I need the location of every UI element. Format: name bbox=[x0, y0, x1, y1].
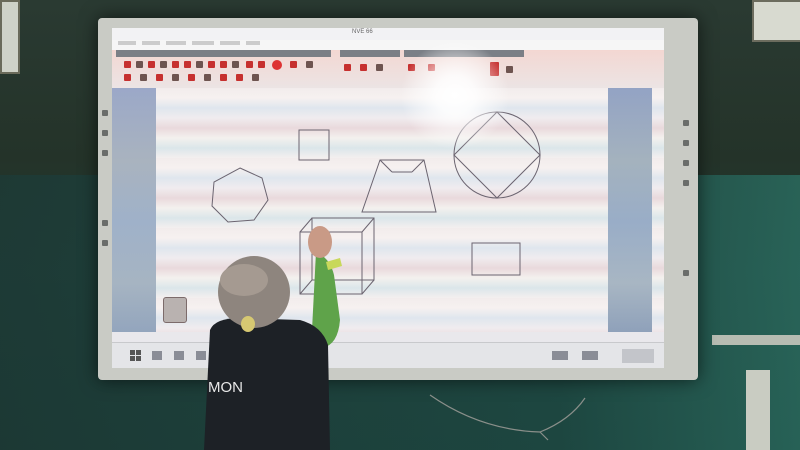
child-ear bbox=[241, 316, 255, 332]
raised-hand bbox=[308, 226, 332, 258]
shirt-text: MON bbox=[208, 379, 243, 396]
child-hair bbox=[220, 264, 268, 296]
child-figure: MON bbox=[204, 226, 342, 450]
sleeve-cuff bbox=[326, 258, 342, 270]
